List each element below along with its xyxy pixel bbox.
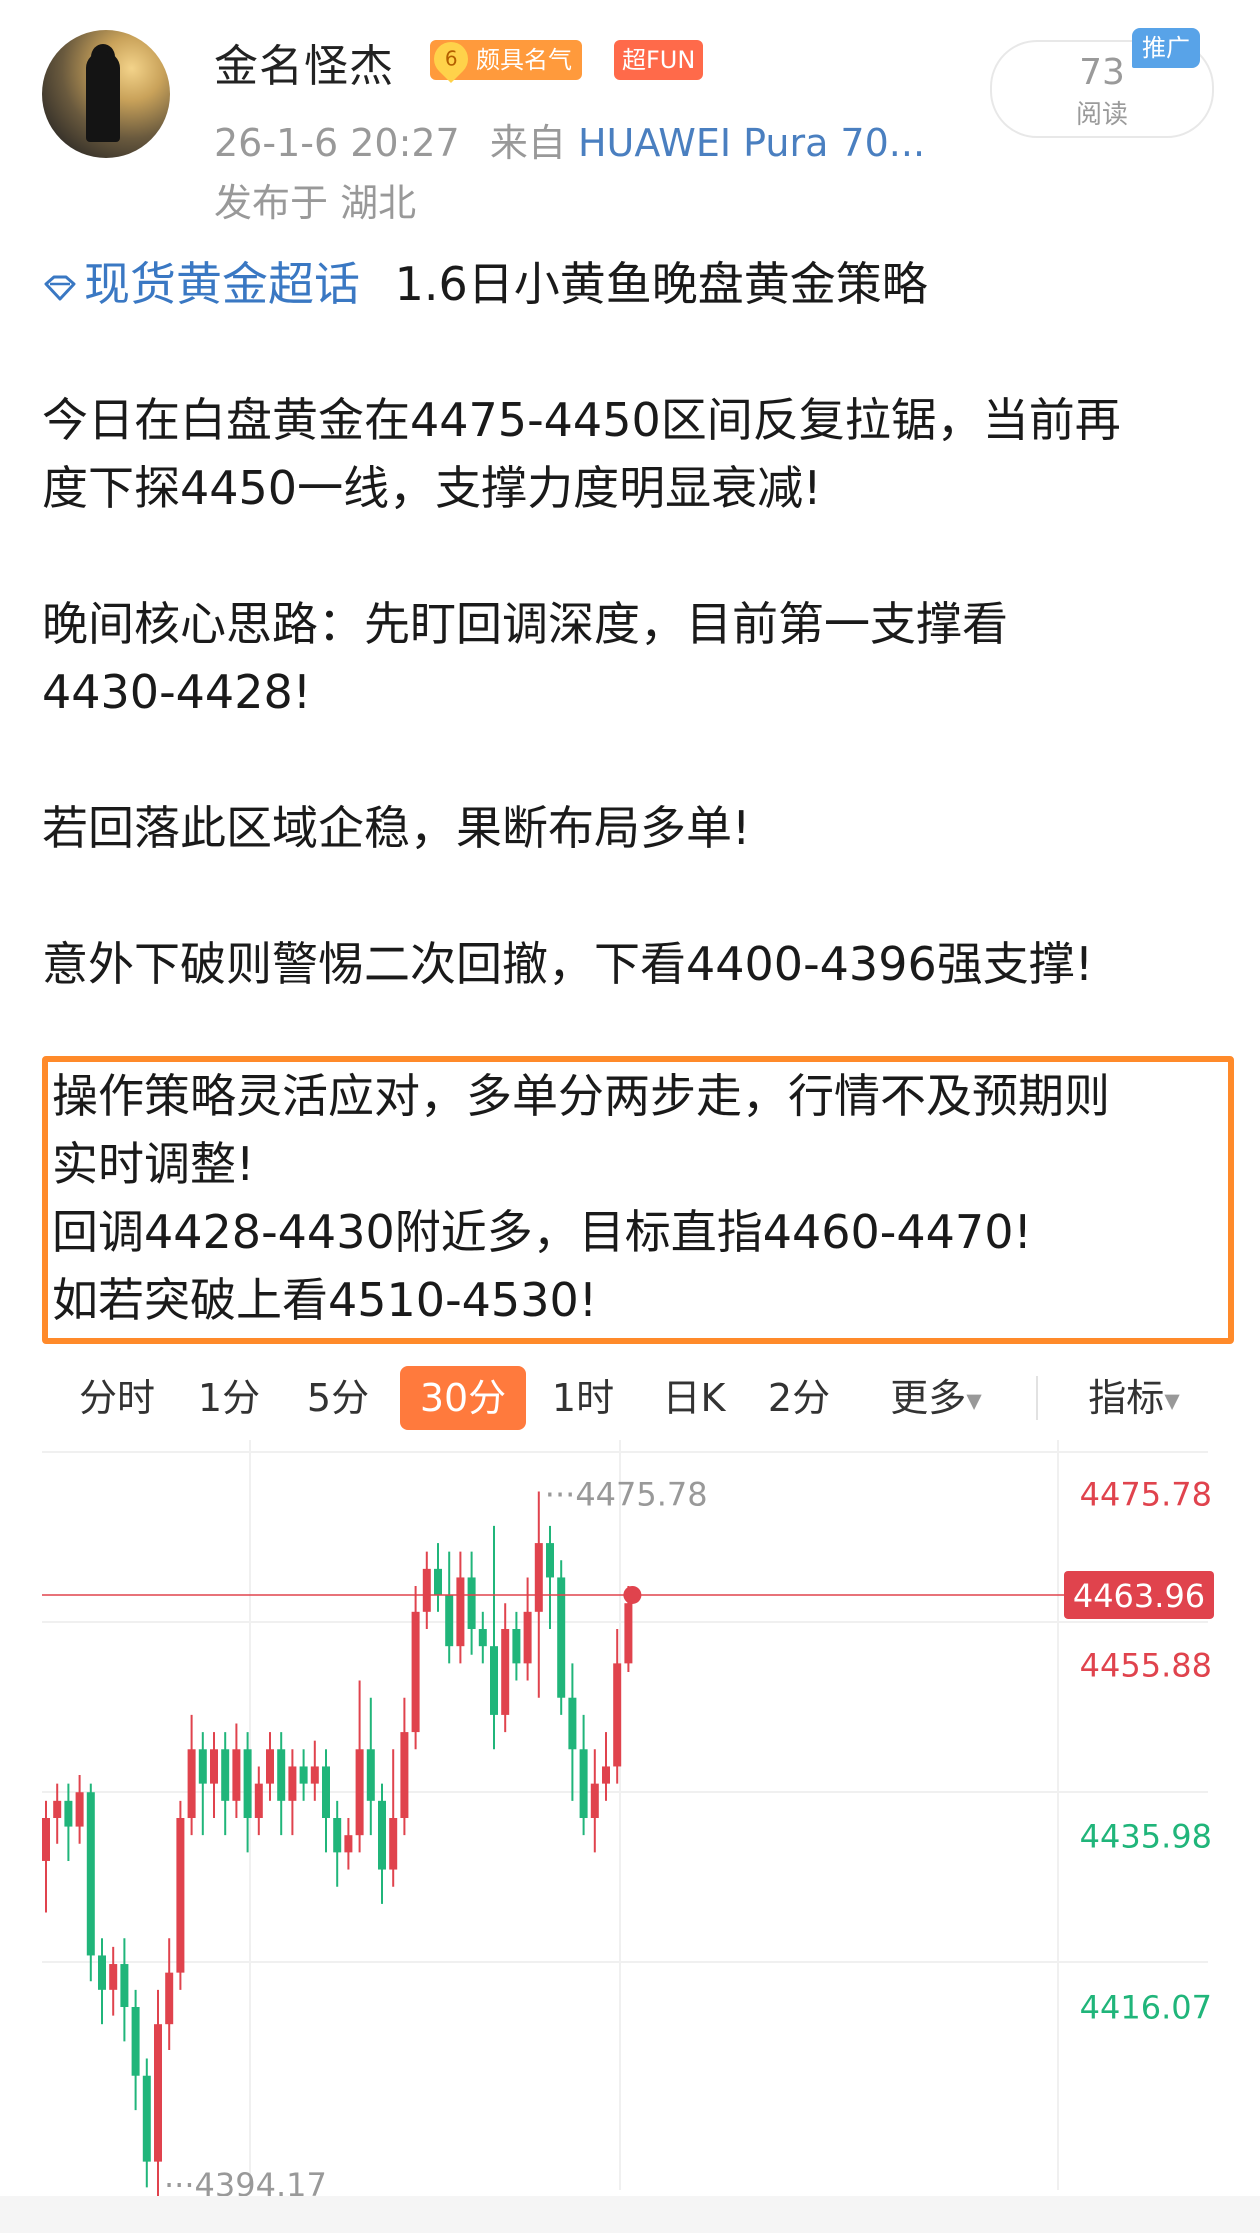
candle-body	[288, 1766, 297, 1801]
tab-more-label: 更多	[890, 1376, 967, 1420]
topic-link[interactable]: 现货黄金超话	[42, 257, 375, 311]
device-source[interactable]: HUAWEI Pura 70...	[578, 121, 925, 165]
candle-body	[154, 2024, 162, 2162]
candle-body	[344, 1835, 353, 1853]
chevron-down-icon: ▼	[1164, 1388, 1180, 1413]
candle-body	[86, 1792, 95, 1956]
candle-body	[254, 1783, 263, 1818]
candle-body	[232, 1749, 241, 1801]
candle-body	[546, 1543, 554, 1578]
reputation-level-icon: 6	[426, 34, 476, 84]
candle-body	[456, 1577, 465, 1647]
candle-body	[568, 1697, 577, 1750]
avatar-silhouette-body	[86, 52, 120, 142]
post-paragraph-1: 今日在白盘黄金在4475-4450区间反复拉锯，当前再 度下探4450一线，支撑…	[42, 393, 1121, 515]
candle-body	[75, 1792, 84, 1827]
candle-body	[613, 1663, 622, 1767]
candle-body	[590, 1783, 599, 1818]
candle-body	[98, 1955, 106, 1990]
read-count-label: 阅读	[1075, 100, 1128, 130]
candle-body	[534, 1543, 543, 1612]
high-price-label: ···4475.78	[545, 1476, 708, 1514]
candle-body	[187, 1749, 196, 1818]
low-price-label: ···4394.17	[164, 2166, 327, 2196]
tab-divider	[1036, 1376, 1038, 1420]
username[interactable]: 金名怪杰	[214, 30, 394, 94]
candle-body	[333, 1818, 342, 1853]
tab-30min[interactable]: 30分	[400, 1366, 526, 1430]
from-label: 来自	[489, 121, 566, 165]
post-meta: 26-1-6 20:27 来自 HUAWEI Pura 70...	[214, 112, 925, 167]
candlestick-chart[interactable]: ···4475.78 ···4394.17 4475.78 4455.88 4435.9…	[0, 1440, 1260, 2196]
candle-body	[310, 1766, 319, 1784]
topic-diamond-icon	[44, 275, 76, 300]
candle-body	[434, 1568, 442, 1595]
post-paragraph-4: 意外下破则警惕二次回撤，下看4400-4396强支撑!	[42, 937, 1094, 991]
fun-badge[interactable]: 超FUN	[614, 40, 704, 80]
tab-5min[interactable]: 5分	[292, 1366, 384, 1430]
candle-body	[602, 1766, 610, 1784]
candle-body	[53, 1800, 62, 1818]
candle-body	[64, 1800, 73, 1827]
candle-body	[445, 1594, 454, 1647]
tab-1hour[interactable]: 1时	[540, 1366, 626, 1430]
tab-timeshare[interactable]: 分时	[62, 1366, 172, 1430]
candle-body	[176, 1818, 185, 1973]
candle-body	[355, 1749, 364, 1836]
bottom-bar	[0, 2196, 1260, 2233]
candle-body	[221, 1749, 230, 1801]
candle-body	[366, 1749, 375, 1801]
tab-more[interactable]: 更多▼	[868, 1366, 1004, 1430]
candle-body	[142, 2075, 151, 2162]
candle-body	[322, 1766, 330, 1818]
candle-body	[478, 1629, 487, 1647]
candle-body	[501, 1629, 510, 1715]
reputation-badge[interactable]: 6 颇具名气	[426, 34, 582, 84]
candle-body	[266, 1749, 274, 1784]
reputation-badge-label: 颇具名气	[476, 46, 572, 74]
candle-body	[277, 1749, 286, 1801]
candle-body	[210, 1749, 218, 1784]
tab-indicator[interactable]: 指标▼	[1066, 1366, 1202, 1430]
candle-body	[411, 1611, 420, 1733]
candle-body	[109, 1964, 118, 1990]
current-price-label: 4463.96	[1073, 1577, 1205, 1615]
candle-body	[131, 2007, 140, 2076]
candle-body	[243, 1749, 252, 1818]
candle-body	[624, 1603, 633, 1664]
y-axis-label: 4455.88	[1080, 1646, 1212, 1684]
y-axis-label: 4475.78	[1080, 1475, 1212, 1513]
tab-2min[interactable]: 2分	[756, 1366, 842, 1430]
candle-body	[512, 1629, 521, 1664]
chevron-down-icon: ▼	[966, 1388, 982, 1413]
candle-body	[198, 1749, 207, 1784]
candle-body	[467, 1577, 476, 1629]
candle-body	[523, 1611, 532, 1664]
candle-body	[579, 1749, 588, 1818]
tab-daily-k[interactable]: 日K	[648, 1366, 740, 1430]
candle-body	[422, 1568, 431, 1612]
post-location: 发布于 湖北	[214, 181, 417, 225]
y-axis-label: 4416.07	[1080, 1988, 1212, 2026]
user-avatar[interactable]	[42, 30, 170, 158]
candle-body	[378, 1800, 386, 1870]
candle-body	[299, 1766, 308, 1784]
post-paragraph-2: 晚间核心思路：先盯回调深度，目前第一支撑看 4430-4428!	[42, 597, 1008, 719]
candle-body	[42, 1818, 50, 1861]
tab-indicator-label: 指标	[1088, 1376, 1165, 1420]
post-title-line: 现货黄金超话 1.6日小黄鱼晚盘黄金策略	[42, 250, 1222, 318]
candle-body	[389, 1818, 398, 1870]
current-price-dot	[623, 1585, 642, 1604]
candle-body	[120, 1964, 129, 2007]
post-title: 1.6日小黄鱼晚盘黄金策略	[394, 257, 928, 311]
candle-body	[400, 1732, 409, 1818]
candle-body	[165, 1972, 174, 2025]
post-paragraph-3: 若回落此区域企稳，果断布局多单!	[42, 801, 751, 855]
candle-body	[490, 1646, 498, 1715]
y-axis-label: 4435.98	[1080, 1817, 1212, 1855]
promo-badge[interactable]: 推广	[1132, 28, 1200, 68]
post-timestamp: 26-1-6 20:27	[214, 121, 460, 165]
tab-1min[interactable]: 1分	[186, 1366, 272, 1430]
highlighted-strategy: 操作策略灵活应对，多单分两步走，行情不及预期则 实时调整! 回调4428-443…	[52, 1069, 1110, 1327]
